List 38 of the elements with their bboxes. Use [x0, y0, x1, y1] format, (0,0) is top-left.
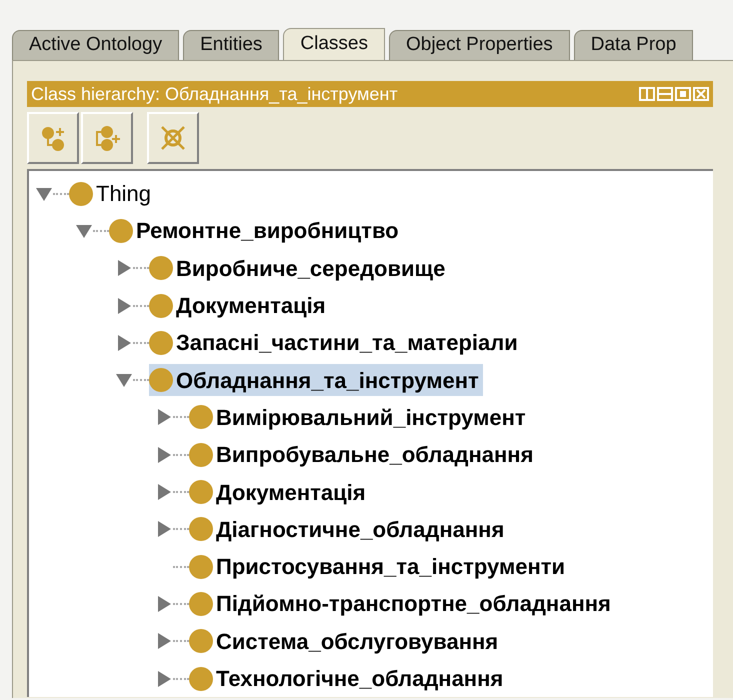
collapsed-triangle-icon[interactable] — [115, 259, 133, 278]
view-title: Class hierarchy: Обладнання_та_інструмент — [31, 82, 398, 106]
close-icon[interactable] — [693, 87, 709, 101]
collapsed-triangle-icon[interactable] — [155, 483, 173, 502]
collapsed-triangle-icon[interactable] — [155, 670, 173, 688]
add-subclass-button[interactable] — [27, 112, 79, 164]
class-tree-item[interactable]: Система_обслуговування — [189, 625, 502, 658]
collapsed-triangle-icon[interactable] — [155, 408, 173, 426]
collapsed-triangle-icon[interactable] — [155, 594, 173, 613]
tab[interactable]: Entities — [183, 30, 280, 60]
class-tree-item[interactable]: Випробувальне_обладнання — [189, 438, 538, 471]
tab[interactable]: Classes — [283, 28, 385, 60]
class-tree-item[interactable]: Пристосування_та_інструменти — [189, 550, 570, 583]
tab[interactable]: Data Prop — [574, 30, 694, 60]
class-tree-item[interactable]: Обладнання_та_інструмент — [149, 364, 483, 396]
class-tree-item[interactable]: Документація — [189, 476, 370, 508]
collapsed-triangle-icon[interactable] — [115, 334, 133, 352]
tab[interactable]: Object Properties — [388, 30, 570, 60]
collapsed-triangle-icon[interactable] — [155, 446, 173, 464]
class-tree-item[interactable]: Діагностичне_обладнання — [189, 513, 508, 546]
class-tree-item[interactable]: Підйомно-транспортне_обладнання — [189, 588, 615, 620]
collapsed-triangle-icon[interactable] — [155, 632, 173, 650]
maximize-icon[interactable] — [675, 87, 691, 101]
class-tree-item[interactable]: Ремонтне_виробництво — [109, 214, 403, 247]
add-sibling-button[interactable] — [81, 112, 133, 164]
class-tree-item[interactable]: Виробниче_середовище — [149, 252, 450, 284]
expanded-triangle-icon[interactable] — [115, 371, 133, 390]
split-horizontal-icon[interactable] — [657, 87, 673, 101]
class-tree-item[interactable]: Thing — [69, 178, 156, 210]
class-tree-item[interactable]: Запасні_частини_та_матеріали — [149, 326, 522, 359]
delete-button[interactable] — [147, 112, 199, 164]
split-icon[interactable] — [639, 87, 655, 101]
class-tree-item[interactable]: Технологічне_обладнання — [189, 662, 508, 694]
class-tree-item[interactable]: Документація — [149, 290, 330, 322]
tab[interactable]: Active Ontology — [12, 30, 180, 60]
collapsed-triangle-icon[interactable] — [115, 296, 133, 315]
collapsed-triangle-icon[interactable] — [155, 520, 173, 538]
class-tree-item[interactable]: Вимірювальний_інструмент — [189, 401, 530, 434]
